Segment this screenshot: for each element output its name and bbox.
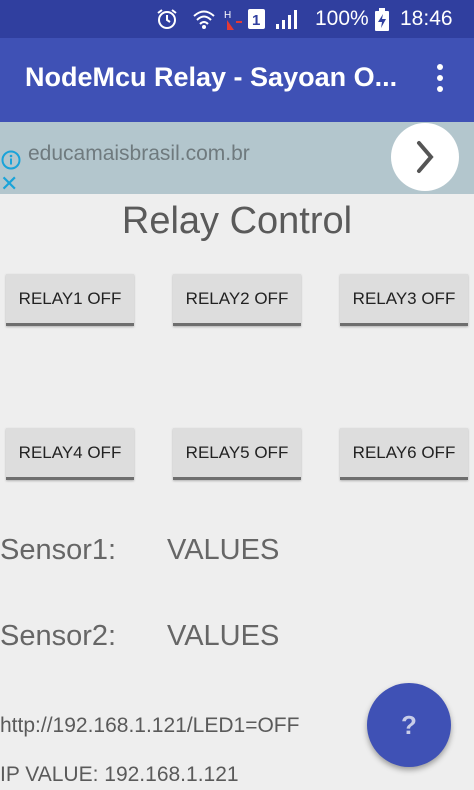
- battery-percent: 100%: [315, 7, 369, 30]
- overflow-menu-icon[interactable]: [430, 64, 450, 96]
- signal-h-icon: H: [224, 10, 242, 30]
- page-title: Relay Control: [121, 200, 353, 242]
- app-title: NodeMcu Relay - Sayoan O...: [25, 62, 398, 92]
- svg-text:H: H: [224, 10, 231, 21]
- clock: 18:46: [400, 7, 453, 30]
- relay3-button[interactable]: RELAY3 OFF: [340, 274, 468, 326]
- cell-signal-icon: [276, 10, 297, 29]
- sim-1-icon: 1: [248, 9, 265, 29]
- ip-line: IP VALUE: 192.168.1.121: [0, 763, 239, 786]
- chevron-right-icon: [417, 141, 434, 173]
- relay5-button[interactable]: RELAY5 OFF: [173, 428, 301, 480]
- sensor2-label: Sensor2:: [0, 620, 117, 652]
- svg-text:1: 1: [252, 12, 260, 29]
- relay6-button[interactable]: RELAY6 OFF: [340, 428, 468, 480]
- wifi-icon: [193, 10, 215, 29]
- close-icon[interactable]: ✕: [0, 173, 18, 195]
- sensor1-value: VALUES: [167, 534, 280, 566]
- relay1-button[interactable]: RELAY1 OFF: [6, 274, 134, 326]
- sensor1-label: Sensor1:: [0, 534, 117, 566]
- battery-charging-icon: [375, 8, 389, 31]
- status-bar: H 1 100% 18:46: [0, 0, 474, 38]
- alarm-icon: [157, 9, 177, 29]
- relay2-button[interactable]: RELAY2 OFF: [173, 274, 301, 326]
- ad-open-button[interactable]: [391, 123, 459, 191]
- info-icon[interactable]: [1, 150, 21, 170]
- url-line: http://192.168.1.121/LED1=OFF: [0, 714, 300, 737]
- relay4-button[interactable]: RELAY4 OFF: [6, 428, 134, 480]
- app-bar: NodeMcu Relay - Sayoan O...: [0, 38, 474, 122]
- ad-url[interactable]: educamaisbrasil.com.br: [28, 142, 250, 166]
- help-fab-button[interactable]: ?: [367, 683, 451, 767]
- sensor2-value: VALUES: [167, 620, 280, 652]
